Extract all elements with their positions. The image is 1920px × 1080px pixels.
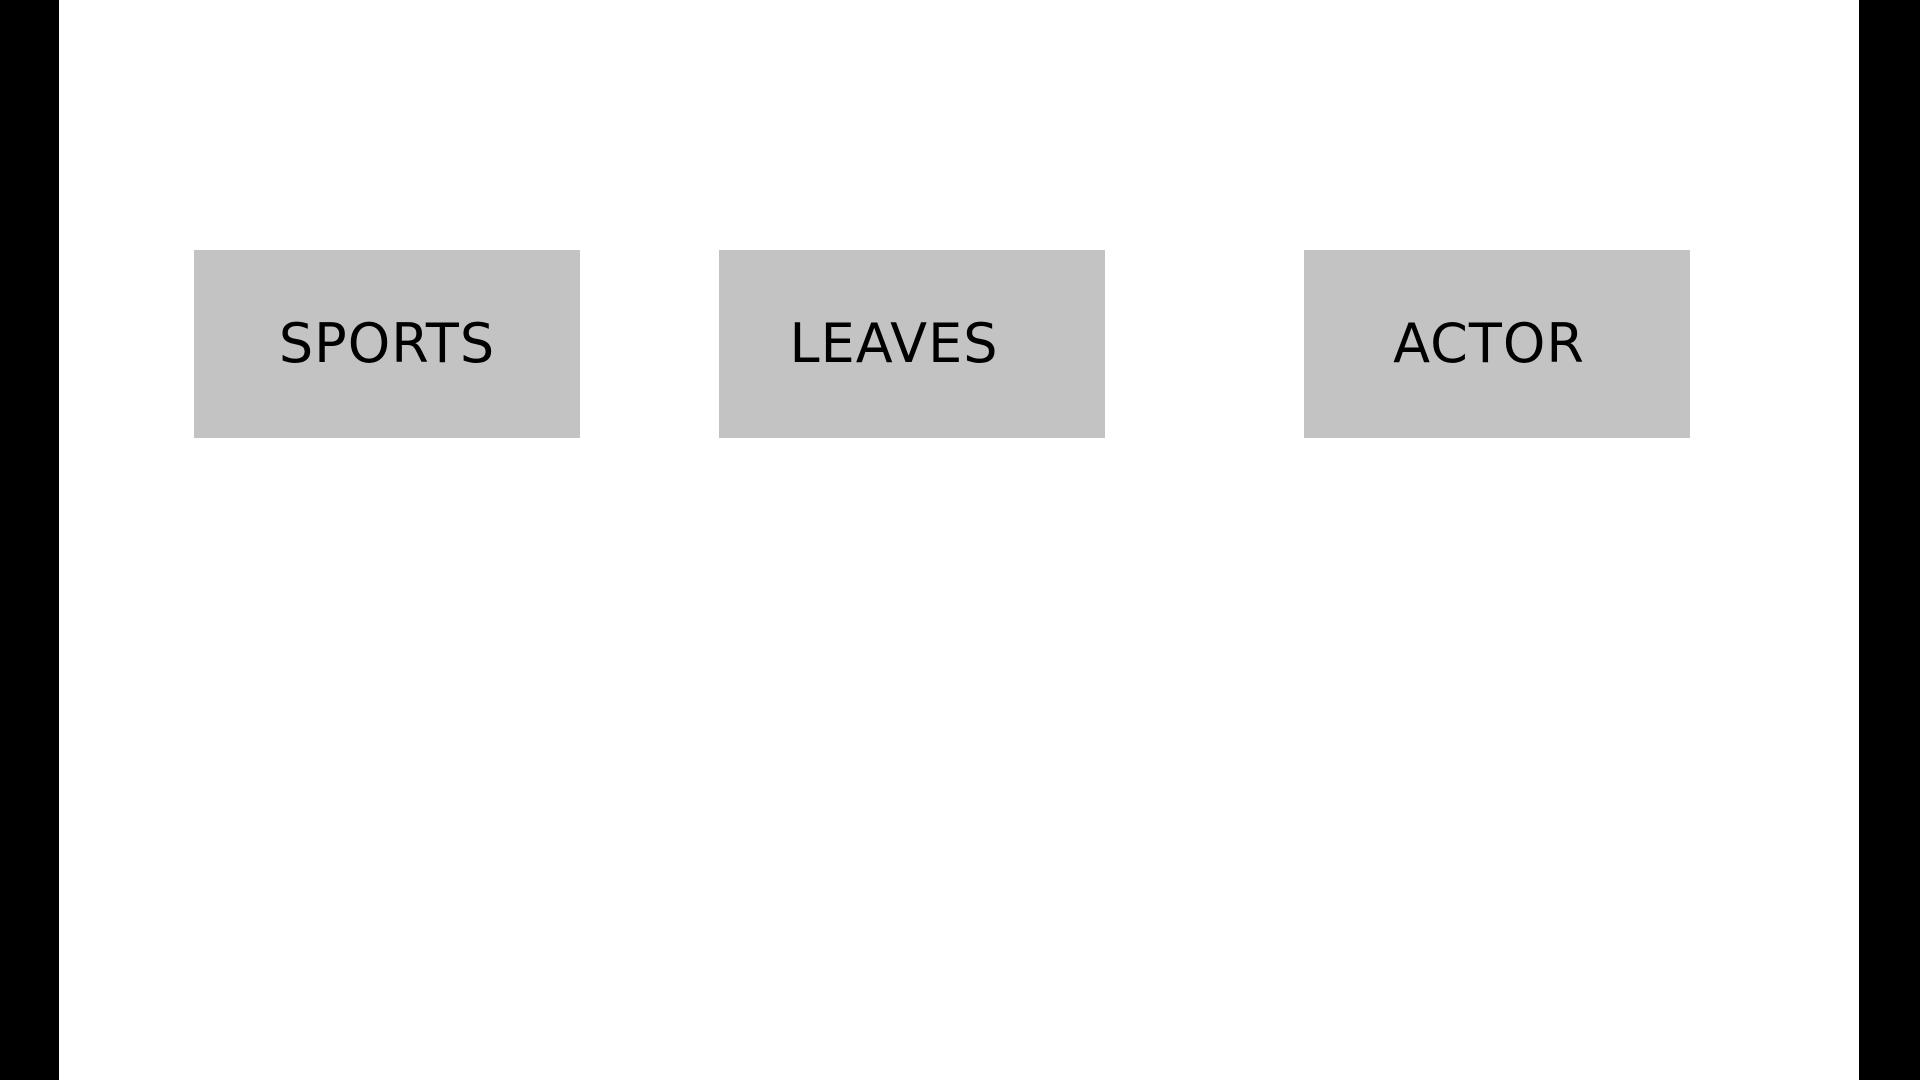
actor-tile[interactable]: ACTOR [1304,250,1690,438]
sports-tile-label: SPORTS [278,312,496,375]
leaves-tile-label: LEAVES [789,312,999,375]
leaves-tile[interactable]: LEAVES [719,250,1105,438]
sports-tile[interactable]: SPORTS [194,250,580,438]
viewport: SPORTS LEAVES ACTOR [0,0,1920,1080]
actor-tile-label: ACTOR [1393,312,1585,375]
canvas: SPORTS LEAVES ACTOR [59,0,1859,1080]
